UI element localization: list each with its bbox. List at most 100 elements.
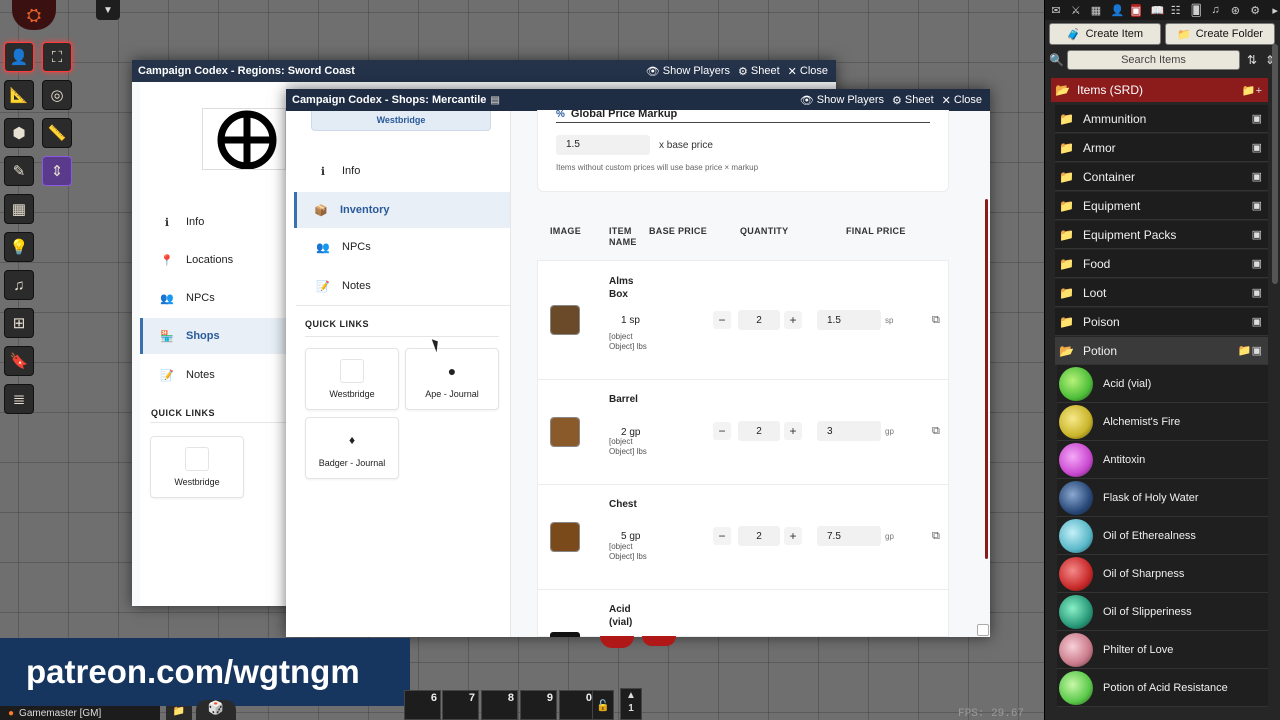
arrows-icon[interactable]: ⇕ xyxy=(42,156,72,186)
shop-nav-notes[interactable]: 📝 Notes xyxy=(296,276,510,296)
add-item-icon[interactable]: ▣ xyxy=(1252,112,1262,125)
lock-icon[interactable]: 🔓 xyxy=(592,690,614,720)
potion-item[interactable]: Acid (vial) xyxy=(1057,365,1268,403)
music-icon[interactable]: ♫ xyxy=(4,270,34,300)
open-item-icon[interactable]: ⧉ xyxy=(932,425,940,438)
regions-nav-shops[interactable]: 🏪 Shops xyxy=(140,318,286,354)
folder-equipment[interactable]: 📁 Equipment ▣ xyxy=(1055,192,1268,220)
folder-loot[interactable]: 📁 Loot ▣ xyxy=(1055,279,1268,307)
regions-nav-locations[interactable]: 📍 Locations xyxy=(140,250,286,270)
chevron-up-icon[interactable]: ▲ xyxy=(621,691,641,701)
measure-icon[interactable]: 📏 xyxy=(42,118,72,148)
shop-nav-npcs[interactable]: 👥 NPCs xyxy=(296,237,510,257)
target-icon[interactable]: ◎ xyxy=(42,80,72,110)
sheet-button[interactable]: ⚙ Sheet xyxy=(738,65,780,78)
chat-icon[interactable]: ✉ xyxy=(1051,4,1061,17)
shop-nav-inventory[interactable]: 📦 Inventory xyxy=(294,192,510,228)
potion-item[interactable]: Potion of Acid Resistance xyxy=(1057,669,1268,707)
create-folder-button[interactable]: 📁 Create Folder xyxy=(1165,23,1275,45)
person-icon[interactable]: 👤 xyxy=(4,42,34,72)
light-bulb-icon[interactable]: 💡 xyxy=(4,232,34,262)
final-price-input[interactable]: 1.5 xyxy=(817,310,881,330)
quantity-input[interactable]: 2 xyxy=(738,526,780,546)
regions-nav-notes[interactable]: 📝 Notes xyxy=(140,365,286,385)
journal-icon[interactable]: 📖 xyxy=(1151,4,1165,17)
add-folder-icon[interactable]: 📁▣ xyxy=(1238,344,1262,357)
potion-item[interactable]: Philter of Love xyxy=(1057,631,1268,669)
tile-icon[interactable]: ⊞ xyxy=(4,308,34,338)
folder-ammunition[interactable]: 📁 Ammunition ▣ xyxy=(1055,105,1268,133)
markup-input[interactable]: 1.5 xyxy=(556,135,650,155)
hotbar-slot[interactable]: 7 xyxy=(442,690,479,720)
quick-link-card[interactable]: ● Ape - Journal xyxy=(405,348,499,410)
hotbar-slot[interactable]: 9 xyxy=(520,690,557,720)
folder-container[interactable]: 📁 Container ▣ xyxy=(1055,163,1268,191)
open-item-icon[interactable]: ⧉ xyxy=(932,530,940,543)
shop-location-chip[interactable]: Westbridge xyxy=(311,111,491,131)
collapse-icon[interactable]: ▸ xyxy=(1270,4,1280,17)
shop-nav-info[interactable]: ℹ Info xyxy=(296,161,510,181)
quantity-input[interactable]: 2 xyxy=(738,421,780,441)
add-item-icon[interactable]: ▣ xyxy=(1252,199,1262,212)
regions-nav-info[interactable]: ℹ Info xyxy=(140,212,286,232)
add-item-icon[interactable]: ▣ xyxy=(1252,141,1262,154)
potion-item[interactable]: Oil of Sharpness xyxy=(1057,555,1268,593)
ruler-icon[interactable]: 📐 xyxy=(4,80,34,110)
folder-potion[interactable]: 📂 Potion 📁▣ xyxy=(1055,337,1268,365)
decrement-button[interactable]: − xyxy=(713,527,731,545)
sort-icon[interactable]: ⇅ xyxy=(1246,53,1258,67)
item-image[interactable] xyxy=(550,417,580,447)
pencil-icon[interactable]: ✎ xyxy=(4,156,34,186)
regions-window-header[interactable]: Campaign Codex - Regions: Sword Coast 👁 S… xyxy=(132,60,836,82)
add-item-icon[interactable]: ▣ xyxy=(1252,315,1262,328)
item-image[interactable] xyxy=(550,522,580,552)
show-players-button[interactable]: 👁 Show Players xyxy=(646,65,730,78)
resize-handle[interactable] xyxy=(977,624,989,636)
foundry-logo[interactable]: ⛭ xyxy=(12,0,56,30)
hotbar-slot[interactable]: 0 xyxy=(559,690,596,720)
open-item-icon[interactable]: ⧉ xyxy=(932,314,940,327)
add-folder-icon[interactable]: 📁+ xyxy=(1242,84,1262,97)
regions-nav-npcs[interactable]: 👥 NPCs xyxy=(140,288,286,308)
show-players-button[interactable]: 👁 Show Players xyxy=(800,94,884,107)
hotbar-slot[interactable]: 8 xyxy=(481,690,518,720)
compendium-icon[interactable]: ⊛ xyxy=(1230,4,1240,17)
increment-button[interactable]: + xyxy=(784,527,802,545)
expand-icon[interactable]: ⛶ xyxy=(42,42,72,72)
hotbar-slot[interactable]: 6 xyxy=(404,690,441,720)
quick-link-card[interactable]: Westbridge xyxy=(305,348,399,410)
potion-item[interactable]: Oil of Etherealness xyxy=(1057,517,1268,555)
add-item-icon[interactable]: ▣ xyxy=(1252,170,1262,183)
folder-food[interactable]: 📁 Food ▣ xyxy=(1055,250,1268,278)
close-button[interactable]: ✕ Close xyxy=(942,94,982,107)
create-item-button[interactable]: 🧳 Create Item xyxy=(1049,23,1161,45)
add-item-icon[interactable]: ▣ xyxy=(1252,286,1262,299)
increment-button[interactable]: + xyxy=(784,311,802,329)
sheet-button[interactable]: ⚙ Sheet xyxy=(892,94,934,107)
folder-equipment-packs[interactable]: 📁 Equipment Packs ▣ xyxy=(1055,221,1268,249)
folder-icon[interactable]: 📁 xyxy=(166,706,192,720)
decrement-button[interactable]: − xyxy=(713,422,731,440)
player-list[interactable]: ● Gamemaster [GM] xyxy=(0,706,160,720)
increment-button[interactable]: + xyxy=(784,422,802,440)
layers-icon[interactable]: ≣ xyxy=(4,384,34,414)
shapes-icon[interactable]: ⬢ xyxy=(4,118,34,148)
potion-item[interactable]: Alchemist's Fire xyxy=(1057,403,1268,441)
potion-item[interactable]: Flask of Holy Water xyxy=(1057,479,1268,517)
folder-poison[interactable]: 📁 Poison ▣ xyxy=(1055,308,1268,336)
scrollbar[interactable] xyxy=(985,199,988,559)
settings-icon[interactable]: ⚙ xyxy=(1250,4,1260,17)
folder-armor[interactable]: 📁 Armor ▣ xyxy=(1055,134,1268,162)
quantity-input[interactable]: 2 xyxy=(738,310,780,330)
close-button[interactable]: ✕ Close xyxy=(788,65,828,78)
playlists-icon[interactable]: ♫ xyxy=(1211,4,1221,16)
combat-icon[interactable]: ⚔ xyxy=(1071,4,1081,17)
add-item-icon[interactable]: ▣ xyxy=(1252,228,1262,241)
tables-icon[interactable]: ☷ xyxy=(1171,4,1181,17)
item-image[interactable] xyxy=(550,632,580,637)
chevron-down-icon[interactable]: ▼ xyxy=(96,0,120,20)
dice-icon[interactable]: 🎲 xyxy=(196,700,236,720)
actors-icon[interactable]: 👤 xyxy=(1111,4,1125,17)
final-price-input[interactable]: 3 xyxy=(817,421,881,441)
scenes-icon[interactable]: ▦ xyxy=(1091,4,1101,17)
